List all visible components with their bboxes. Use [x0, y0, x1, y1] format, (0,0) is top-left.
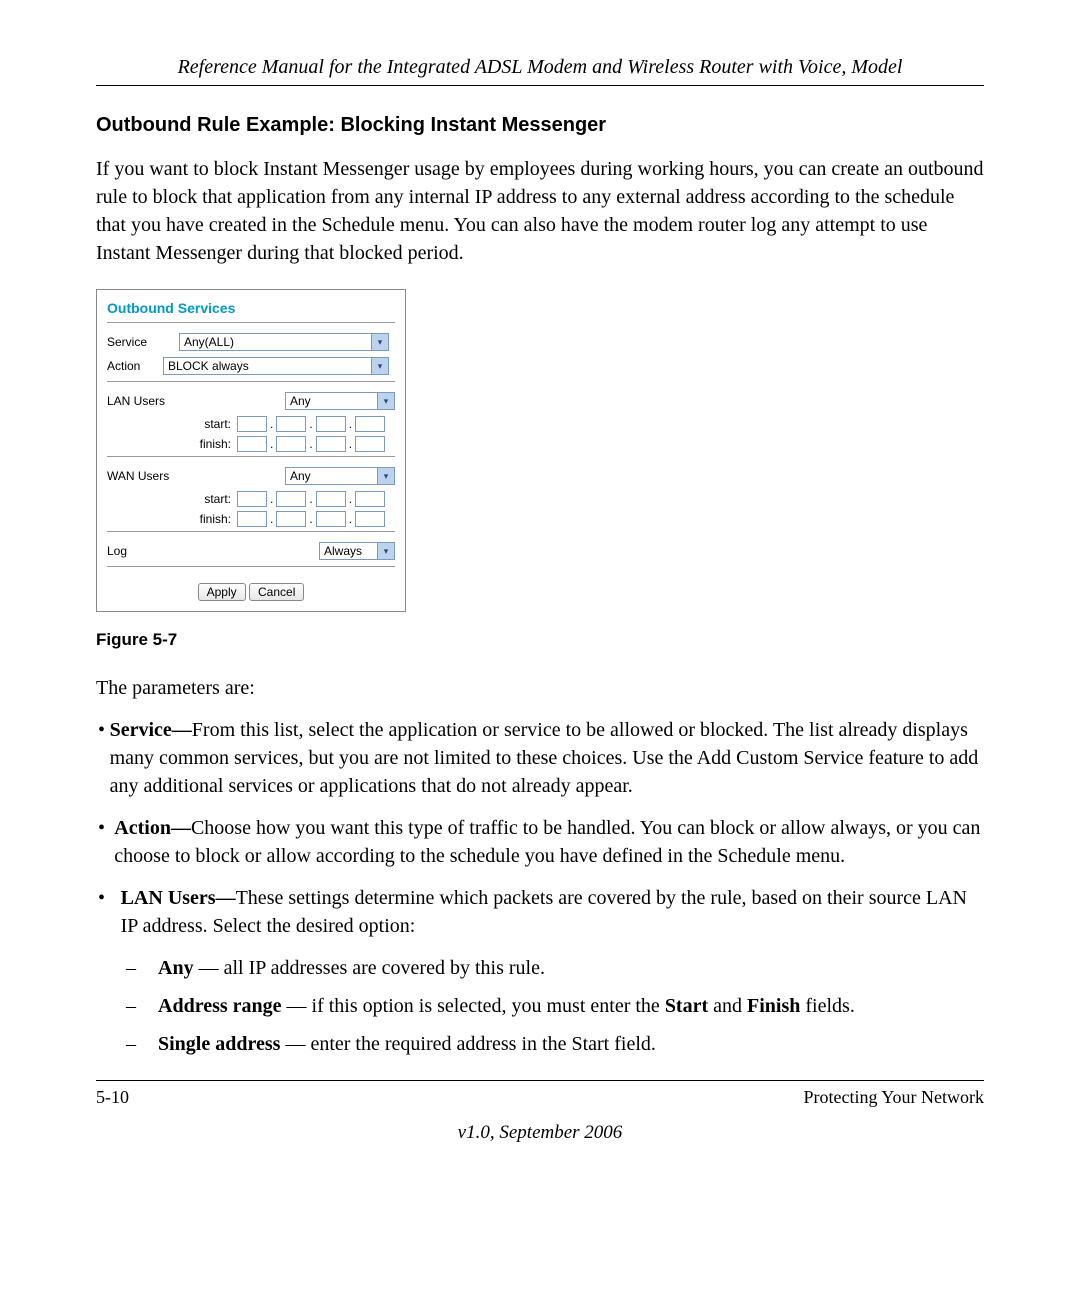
footer-row: 5-10 Protecting Your Network [96, 1087, 984, 1108]
lan-users-row: LAN Users Any ▾ [107, 392, 395, 410]
lan-finish-row: finish: . . . [107, 436, 395, 452]
wan-users-row: WAN Users Any ▾ [107, 467, 395, 485]
ip-octet-input[interactable] [237, 416, 267, 432]
start-label: start: [107, 492, 235, 506]
bullet-list: • Service—From this list, select the app… [96, 716, 984, 1058]
action-value: BLOCK always [164, 359, 371, 373]
list-sub-item: – Any — all IP addresses are covered by … [96, 954, 984, 982]
buttons-row: Apply Cancel [107, 577, 395, 601]
wan-users-label: WAN Users [107, 469, 175, 483]
start-bold: Start [665, 995, 708, 1017]
dash-icon: – [126, 1030, 158, 1058]
lan-users-select[interactable]: Any ▾ [285, 392, 395, 410]
action-select[interactable]: BLOCK always ▾ [163, 357, 389, 375]
service-select[interactable]: Any(ALL) ▾ [179, 333, 389, 351]
chevron-down-icon: ▾ [377, 543, 394, 559]
lan-text: These settings determine which packets a… [121, 887, 967, 937]
list-sub-item: – Address range — if this option is sele… [96, 992, 984, 1020]
any-bold: Any [158, 957, 194, 979]
finish-label: finish: [107, 512, 235, 526]
cancel-button[interactable]: Cancel [249, 583, 304, 601]
divider [107, 381, 395, 382]
service-text: From this list, select the application o… [110, 719, 979, 797]
header-rule [96, 85, 984, 86]
dash-icon: – [126, 954, 158, 982]
bullet-icon: • [96, 814, 114, 870]
service-bold: Service— [110, 719, 192, 741]
ip-octet-input[interactable] [316, 436, 346, 452]
wan-start-row: start: . . . [107, 491, 395, 507]
chevron-down-icon: ▾ [371, 334, 388, 350]
ip-octet-input[interactable] [316, 511, 346, 527]
range-bold: Address range [158, 995, 282, 1017]
lan-users-value: Any [286, 394, 377, 408]
single-bold: Single address [158, 1033, 280, 1055]
figure-caption: Figure 5-7 [96, 630, 984, 650]
start-label: start: [107, 417, 235, 431]
finish-label: finish: [107, 437, 235, 451]
ip-octet-input[interactable] [276, 436, 306, 452]
apply-button[interactable]: Apply [198, 583, 246, 601]
figure-title: Outbound Services [107, 300, 395, 316]
service-label: Service [107, 335, 175, 349]
finish-bold: Finish [747, 995, 800, 1017]
section-paragraph: If you want to block Instant Messenger u… [96, 155, 984, 267]
action-bold: Action— [114, 817, 191, 839]
bullet-icon: • [96, 716, 110, 800]
log-row: Log Always ▾ [107, 542, 395, 560]
single-text: — enter the required address in the Star… [280, 1033, 655, 1055]
service-value: Any(ALL) [180, 335, 371, 349]
list-item: • LAN Users—These settings determine whi… [96, 884, 984, 940]
ip-octet-input[interactable] [355, 511, 385, 527]
ip-octet-input[interactable] [355, 416, 385, 432]
page-number: 5-10 [96, 1087, 129, 1108]
doc-header: Reference Manual for the Integrated ADSL… [96, 56, 984, 79]
figure-panel: Outbound Services Service Any(ALL) ▾ Act… [96, 289, 406, 612]
lan-users-label: LAN Users [107, 394, 175, 408]
divider [107, 456, 395, 457]
log-label: Log [107, 544, 175, 558]
ip-octet-input[interactable] [237, 491, 267, 507]
chapter-title: Protecting Your Network [804, 1087, 985, 1108]
ip-octet-input[interactable] [355, 491, 385, 507]
wan-finish-row: finish: . . . [107, 511, 395, 527]
dash-icon: – [126, 992, 158, 1020]
action-text: Choose how you want this type of traffic… [114, 817, 980, 867]
chevron-down-icon: ▾ [377, 393, 394, 409]
service-row: Service Any(ALL) ▾ [107, 333, 395, 351]
ip-octet-input[interactable] [237, 436, 267, 452]
chevron-down-icon: ▾ [377, 468, 394, 484]
divider [107, 322, 395, 323]
ip-octet-input[interactable] [237, 511, 267, 527]
lan-start-row: start: . . . [107, 416, 395, 432]
footer-rule [96, 1080, 984, 1081]
any-text: — all IP addresses are covered by this r… [194, 957, 545, 979]
log-select[interactable]: Always ▾ [319, 542, 395, 560]
ip-octet-input[interactable] [316, 416, 346, 432]
ip-octet-input[interactable] [316, 491, 346, 507]
range-text-c: fields. [800, 995, 854, 1017]
lan-bold: LAN Users— [121, 887, 236, 909]
divider [107, 531, 395, 532]
action-row: Action BLOCK always ▾ [107, 357, 395, 375]
list-sub-item: – Single address — enter the required ad… [96, 1030, 984, 1058]
wan-users-select[interactable]: Any ▾ [285, 467, 395, 485]
list-item: • Service—From this list, select the app… [96, 716, 984, 800]
range-text-a: — if this option is selected, you must e… [282, 995, 665, 1017]
ip-octet-input[interactable] [276, 416, 306, 432]
ip-octet-input[interactable] [355, 436, 385, 452]
chevron-down-icon: ▾ [371, 358, 388, 374]
params-intro: The parameters are: [96, 674, 984, 702]
ip-octet-input[interactable] [276, 511, 306, 527]
divider [107, 566, 395, 567]
range-text-b: and [708, 995, 747, 1017]
list-item: • Action—Choose how you want this type o… [96, 814, 984, 870]
log-value: Always [320, 544, 377, 558]
bullet-icon: • [96, 884, 121, 940]
wan-users-value: Any [286, 469, 377, 483]
ip-octet-input[interactable] [276, 491, 306, 507]
section-heading: Outbound Rule Example: Blocking Instant … [96, 114, 984, 137]
footer-version: v1.0, September 2006 [96, 1122, 984, 1144]
